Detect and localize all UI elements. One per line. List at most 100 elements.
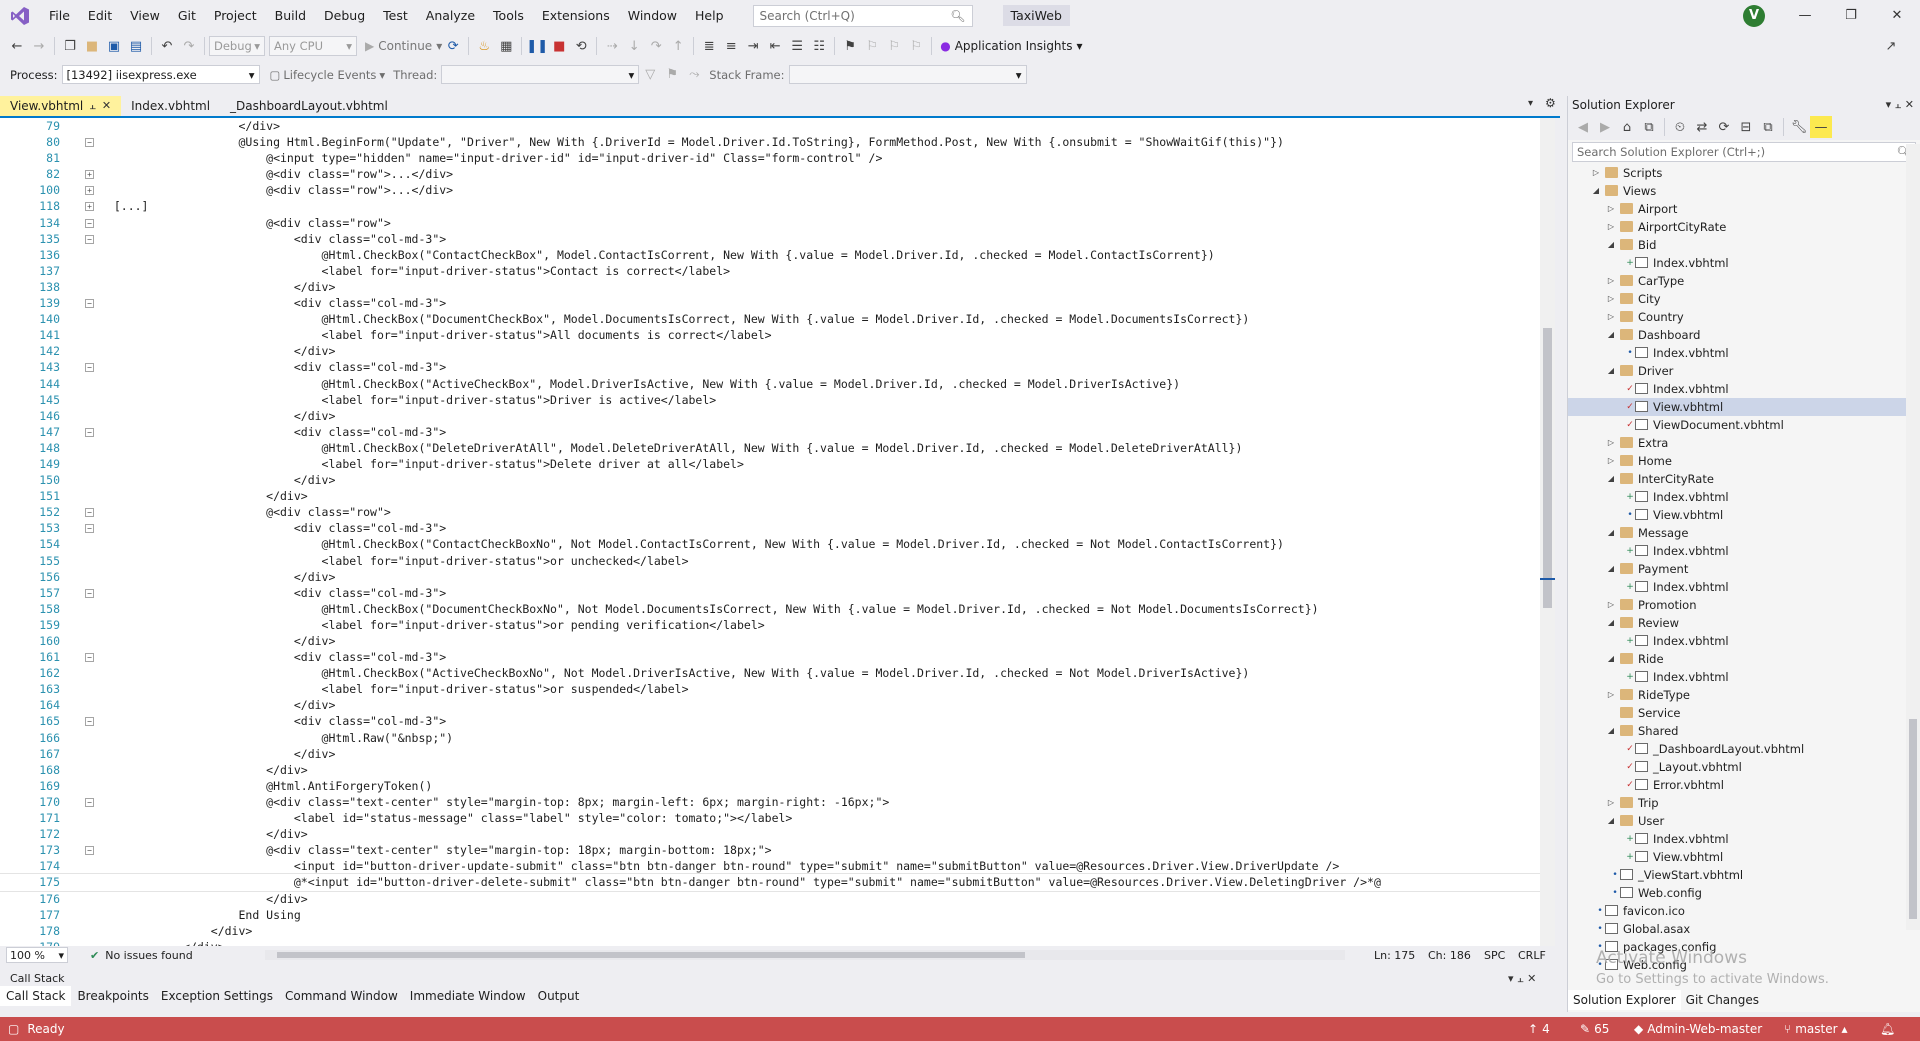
panel-menu-icon[interactable]: ▾ ⫠ ✕ [1508, 972, 1536, 986]
code-line[interactable]: 176 </div> [0, 891, 1540, 907]
code-line[interactable]: 178 </div> [0, 923, 1540, 939]
code-line[interactable]: 82 + @<div class="row">...</div> [0, 166, 1540, 182]
collapse-arrow-icon[interactable]: ◢ [1606, 812, 1616, 830]
editor-horizontal-scrollbar[interactable] [265, 950, 1345, 960]
code-line[interactable]: 175 @*<input id="button-driver-delete-su… [0, 873, 1541, 892]
code-line[interactable]: 144 @Html.CheckBox("ActiveCheckBox", Mod… [0, 376, 1540, 392]
prev-bookmark-icon[interactable]: ⚐ [861, 35, 883, 57]
tree-item-index-vbhtml[interactable]: + Index.vbhtml [1568, 632, 1920, 650]
solution-explorer-scrollbar[interactable] [1906, 144, 1920, 930]
tree-item-index-vbhtml[interactable]: + Index.vbhtml [1568, 254, 1920, 272]
uncomment-icon[interactable]: ☷ [808, 35, 830, 57]
zoom-select[interactable]: 100 % ▾ [6, 947, 68, 963]
expand-callstack-icon[interactable]: ⤳ [683, 64, 705, 86]
tree-item--layout-vbhtml[interactable]: ✓ _Layout.vbhtml [1568, 758, 1920, 776]
bookmark-icon[interactable]: ⚑ [839, 35, 861, 57]
collapse-region-icon[interactable]: − [85, 234, 94, 244]
scroll-thumb[interactable] [1543, 328, 1552, 608]
collapse-region-icon[interactable]: − [85, 653, 94, 663]
tab-output[interactable]: Output [532, 986, 586, 1006]
collapse-arrow-icon[interactable]: ◢ [1606, 614, 1616, 632]
indent-icon[interactable]: ⇥ [742, 35, 764, 57]
tree-item-index-vbhtml[interactable]: + Index.vbhtml [1568, 542, 1920, 560]
code-line[interactable]: 166 @Html.Raw("&nbsp;") [0, 730, 1540, 746]
scroll-thumb[interactable] [1909, 719, 1917, 919]
process-select[interactable]: [13492] iisexpress.exe ▾ [61, 65, 260, 84]
close-icon[interactable]: ✕ [1874, 0, 1920, 31]
tree-item--dashboardlayout-vbhtml[interactable]: ✓ _DashboardLayout.vbhtml [1568, 740, 1920, 758]
collapse-arrow-icon[interactable]: ◢ [1606, 362, 1616, 380]
restart-icon[interactable]: ⟲ [570, 35, 592, 57]
tree-item-intercityrate[interactable]: ◢ InterCityRate [1568, 470, 1920, 488]
new-project-icon[interactable]: ❐ [59, 35, 81, 57]
expand-arrow-icon[interactable]: ▷ [1606, 452, 1616, 470]
search-input[interactable]: Search (Ctrl+Q) 🔍︎ [752, 4, 973, 27]
scroll-thumb[interactable] [277, 952, 1025, 958]
stop-icon[interactable]: ■ [548, 35, 570, 57]
code-line[interactable]: 135 − <div class="col-md-3"> [0, 231, 1540, 247]
step-into-icon[interactable]: ↓ [623, 35, 645, 57]
pause-icon[interactable]: ❚❚ [526, 35, 548, 57]
code-line[interactable]: 146 </div> [0, 408, 1540, 424]
code-line[interactable]: 163 <label for="input-driver-status">or … [0, 681, 1540, 697]
next-bookmark-icon[interactable]: ⚐ [883, 35, 905, 57]
collapse-region-icon[interactable]: − [85, 363, 94, 373]
code-line[interactable]: 141 <label for="input-driver-status">All… [0, 327, 1540, 343]
tree-item-favicon-ico[interactable]: • favicon.ico [1568, 902, 1920, 920]
pin-icon[interactable]: ⫠ [89, 96, 96, 116]
collapse-arrow-icon[interactable]: ◢ [1606, 470, 1616, 488]
collapse-arrow-icon[interactable]: ◢ [1606, 236, 1616, 254]
code-line[interactable]: 148 @Html.CheckBox("DeleteDriverAtAll", … [0, 440, 1540, 456]
collapse-arrow-icon[interactable]: ◢ [1606, 560, 1616, 578]
collapse-region-icon[interactable]: − [85, 797, 94, 807]
refresh-icon[interactable]: ⟳ [1713, 116, 1735, 138]
code-line[interactable]: 171 <label id="status-message" class="la… [0, 810, 1540, 826]
configuration-select[interactable]: Debug ▾ [209, 36, 265, 56]
expand-arrow-icon[interactable]: ▷ [1606, 596, 1616, 614]
tab-view-vbhtml[interactable]: View.vbhtml ⫠ ✕ [0, 96, 122, 116]
expand-arrow-icon[interactable]: ▷ [1591, 164, 1601, 182]
tree-item-service[interactable]: Service [1568, 704, 1920, 722]
pending-changes[interactable]: ✎ 65 [1580, 1022, 1609, 1036]
unpushed-commits[interactable]: ↑ 4 [1528, 1022, 1550, 1036]
expand-arrow-icon[interactable]: ▷ [1606, 794, 1616, 812]
clear-bookmarks-icon[interactable]: ⚐ [905, 35, 927, 57]
tree-item-view-vbhtml[interactable]: • View.vbhtml [1568, 506, 1920, 524]
tab-solution-explorer[interactable]: Solution Explorer [1568, 990, 1681, 1010]
code-line[interactable]: 79 </div> [0, 118, 1540, 134]
forward-icon[interactable]: ▶ [1594, 116, 1616, 138]
code-line[interactable]: 152 − @<div class="row"> [0, 504, 1540, 520]
stack-frame-select[interactable]: ▾ [788, 65, 1027, 84]
tab-overflow-icon[interactable]: ▾ [1528, 98, 1533, 109]
code-line[interactable]: 140 @Html.CheckBox("DocumentCheckBox", M… [0, 311, 1540, 327]
open-folder-icon[interactable]: ■ [81, 35, 103, 57]
tree-item-home[interactable]: ▷ Home [1568, 452, 1920, 470]
tree-item-promotion[interactable]: ▷ Promotion [1568, 596, 1920, 614]
tree-item-airport[interactable]: ▷ Airport [1568, 200, 1920, 218]
code-line[interactable]: 155 <label for="input-driver-status">or … [0, 553, 1540, 569]
step-over-icon[interactable]: ↷ [645, 35, 667, 57]
code-line[interactable]: 167 </div> [0, 746, 1540, 762]
code-line[interactable]: 177 End Using [0, 907, 1540, 923]
code-line[interactable]: 150 </div> [0, 472, 1540, 488]
tree-item-review[interactable]: ◢ Review [1568, 614, 1920, 632]
close-icon[interactable]: ✕ [102, 96, 111, 116]
solution-search-input[interactable]: Search Solution Explorer (Ctrl+;) 🔍︎ [1572, 142, 1916, 162]
menu-item-file[interactable]: File [40, 0, 79, 31]
expand-arrow-icon[interactable]: ▷ [1606, 434, 1616, 452]
hex-display-icon[interactable]: ≣ [698, 35, 720, 57]
collapse-arrow-icon[interactable]: ◢ [1606, 650, 1616, 668]
code-line[interactable]: 100 + @<div class="row">...</div> [0, 182, 1540, 198]
tree-item-cartype[interactable]: ▷ CarType [1568, 272, 1920, 290]
code-line[interactable]: 173 − @<div class="text-center" style="ma… [0, 842, 1540, 858]
tree-item-error-vbhtml[interactable]: ✓ Error.vbhtml [1568, 776, 1920, 794]
tree-item-trip[interactable]: ▷ Trip [1568, 794, 1920, 812]
lifecycle-events-button[interactable]: ▢ Lifecycle Events ▾ [270, 68, 386, 82]
code-line[interactable]: 149 <label for="input-driver-status">Del… [0, 456, 1540, 472]
tree-item-country[interactable]: ▷ Country [1568, 308, 1920, 326]
tab-breakpoints[interactable]: Breakpoints [71, 986, 154, 1006]
collapse-arrow-icon[interactable]: ◢ [1606, 722, 1616, 740]
menu-item-git[interactable]: Git [169, 0, 205, 31]
notifications-icon[interactable]: 🔔︎ [1880, 1022, 1895, 1036]
code-line[interactable]: 174 <input id="button-driver-update-subm… [0, 858, 1540, 874]
